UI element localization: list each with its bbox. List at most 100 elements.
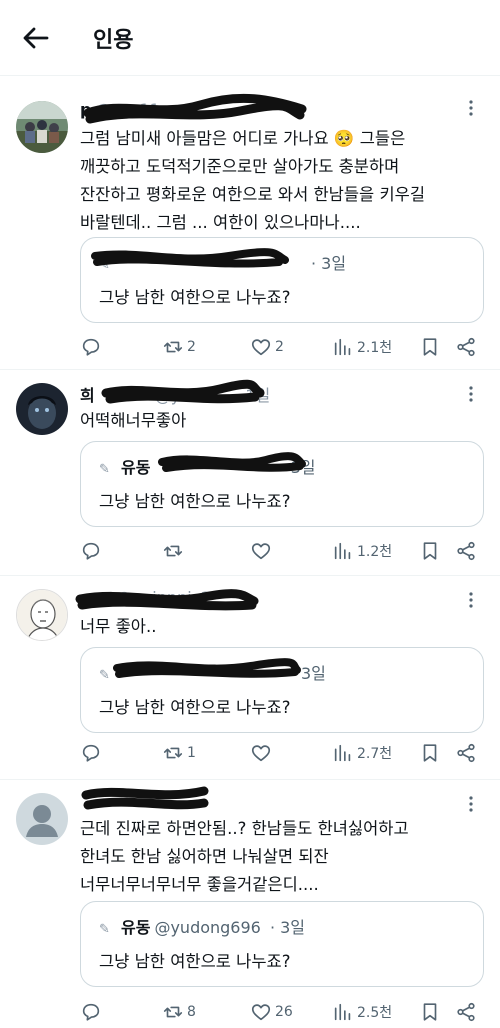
default-avatar-icon [16, 793, 68, 845]
bookmark-button[interactable] [419, 539, 441, 563]
more-options-icon[interactable] [466, 591, 476, 609]
views-bar-chart-icon [334, 744, 351, 762]
more-options-icon[interactable] [466, 795, 476, 813]
action-bar: 1 2.7천 [80, 741, 480, 765]
avatar-drawing [17, 590, 67, 640]
avatar[interactable] [16, 383, 68, 435]
bookmark-button[interactable] [419, 335, 441, 359]
like-button[interactable] [250, 741, 275, 765]
quoted-name: 유동 [121, 918, 151, 937]
share-button[interactable] [455, 335, 477, 359]
view-count: 2.5천 [357, 1005, 393, 1021]
heart-icon [251, 745, 271, 762]
like-button[interactable]: 26 [250, 1000, 293, 1024]
redaction-scribble [83, 93, 307, 124]
quoted-avatar-icon: ✎ [99, 922, 110, 937]
post-text: 너무 좋아.. [80, 617, 157, 636]
repost-button[interactable]: 1 [162, 741, 196, 765]
redaction-scribble [75, 589, 259, 611]
action-bar: 1.2천 [80, 539, 480, 563]
arrow-left-icon [23, 27, 49, 49]
views-button[interactable]: 2.7천 [332, 741, 392, 765]
share-button[interactable] [455, 1000, 477, 1024]
author-name[interactable]: 희 [80, 386, 95, 405]
heart-icon [251, 1004, 271, 1021]
repost-icon [163, 747, 183, 759]
like-button[interactable]: 2 [250, 335, 284, 359]
post[interactable]: @pnipppi 2 너무 좋아.. ✎ 3일 그냥 남한 여한으로 나누죠? 1… [0, 577, 500, 780]
avatar-photo [16, 383, 68, 435]
post-text: 근데 진짜로 하면안됨..? 한남들도 한녀싫어하고 한녀도 한남 싫어하면 나… [80, 819, 409, 894]
avatar[interactable] [16, 589, 68, 641]
reply-icon [82, 542, 100, 560]
repost-count: 8 [187, 1004, 196, 1020]
share-button[interactable] [455, 539, 477, 563]
quoted-time: · 3일 [269, 918, 306, 937]
reply-icon [82, 744, 100, 762]
view-count: 2.7천 [357, 746, 393, 762]
post[interactable]: p @pc 11 그럼 남미새 아들맘은 어디로 가나요 🥺 그들은 깨끗하고 도… [0, 77, 500, 370]
like-button[interactable] [250, 539, 275, 563]
action-bar: 2 2 2.1천 [80, 335, 480, 359]
views-button[interactable]: 2.5천 [332, 1000, 392, 1024]
back-button[interactable] [20, 22, 52, 54]
repost-button[interactable]: 2 [162, 335, 196, 359]
bookmark-icon [423, 744, 437, 762]
post[interactable]: 희 @y 1일 어떡해너무좋아 ✎ 유동 · 3일 그냥 남한 여한으로 나누죠? 1… [0, 371, 500, 576]
repost-button[interactable]: 8 [162, 1000, 196, 1024]
quoted-time: 3일 [301, 664, 326, 683]
share-button[interactable] [455, 741, 477, 765]
quoted-text: 그냥 남한 여한으로 나누죠? [99, 698, 291, 717]
page-title: 인용 [93, 28, 134, 53]
bookmark-button[interactable] [419, 741, 441, 765]
avatar-photo [16, 101, 68, 153]
repost-count: 2 [187, 339, 196, 355]
quoted-post[interactable]: ✎ 유동 @yudong696 · 3일 그냥 남한 여한으로 나누죠? [80, 901, 484, 987]
share-icon [457, 541, 475, 561]
quoted-author-line: ✎ 유동 @yudong696 · 3일 [99, 914, 305, 938]
reply-button[interactable] [80, 335, 102, 359]
quoted-post[interactable]: ✎ 유동 · 3일 그냥 남한 여한으로 나누죠? [80, 441, 484, 527]
reply-button[interactable] [80, 539, 102, 563]
quoted-handle: @yudong696 [154, 918, 261, 937]
quoted-text: 그냥 남한 여한으로 나누죠? [99, 288, 291, 307]
bookmark-button[interactable] [419, 1000, 441, 1024]
quoted-post[interactable]: ✎ 3일 그냥 남한 여한으로 나누죠? [80, 647, 484, 733]
quoted-time: · 3일 [311, 254, 347, 273]
share-icon [457, 743, 475, 763]
repost-button[interactable] [162, 539, 187, 563]
post[interactable]: 근데 진짜로 하면안됨..? 한남들도 한녀싫어하고 한녀도 한남 싫어하면 나… [0, 781, 500, 1028]
views-button[interactable]: 1.2천 [332, 539, 392, 563]
quoted-name: 유동 [121, 458, 151, 477]
reply-button[interactable] [80, 741, 102, 765]
redaction-scribble [81, 786, 209, 810]
repost-count: 1 [187, 745, 196, 761]
avatar[interactable] [16, 101, 68, 153]
quoted-post[interactable]: ✎ · 3일 그냥 남한 여한으로 나누죠? [80, 237, 484, 323]
reply-icon [82, 1003, 100, 1021]
heart-icon [251, 543, 271, 560]
redaction-scribble [113, 658, 301, 678]
quoted-text: 그냥 남한 여한으로 나누죠? [99, 492, 291, 511]
bookmark-icon [423, 542, 437, 560]
reply-icon [82, 338, 100, 356]
post-text: 그럼 남미새 아들맘은 어디로 가나요 🥺 그들은 깨끗하고 도덕적기준으로만 … [80, 129, 426, 232]
more-options-icon[interactable] [466, 99, 476, 117]
more-options-icon[interactable] [466, 385, 476, 403]
redaction-scribble [158, 452, 306, 472]
quoted-text: 그냥 남한 여한으로 나누죠? [99, 952, 291, 971]
like-count: 2 [275, 339, 284, 355]
repost-icon [163, 1006, 183, 1018]
like-count: 26 [275, 1004, 293, 1020]
redaction-scribble [91, 248, 289, 268]
views-bar-chart-icon [334, 338, 351, 356]
repost-icon [163, 341, 183, 353]
bookmark-icon [423, 1003, 437, 1021]
reply-button[interactable] [80, 1000, 102, 1024]
repost-icon [163, 545, 183, 557]
bookmark-icon [423, 338, 437, 356]
views-button[interactable]: 2.1천 [332, 335, 392, 359]
post-text: 어떡해너무좋아 [80, 411, 187, 430]
view-count: 2.1천 [357, 340, 393, 356]
avatar[interactable] [16, 793, 68, 845]
